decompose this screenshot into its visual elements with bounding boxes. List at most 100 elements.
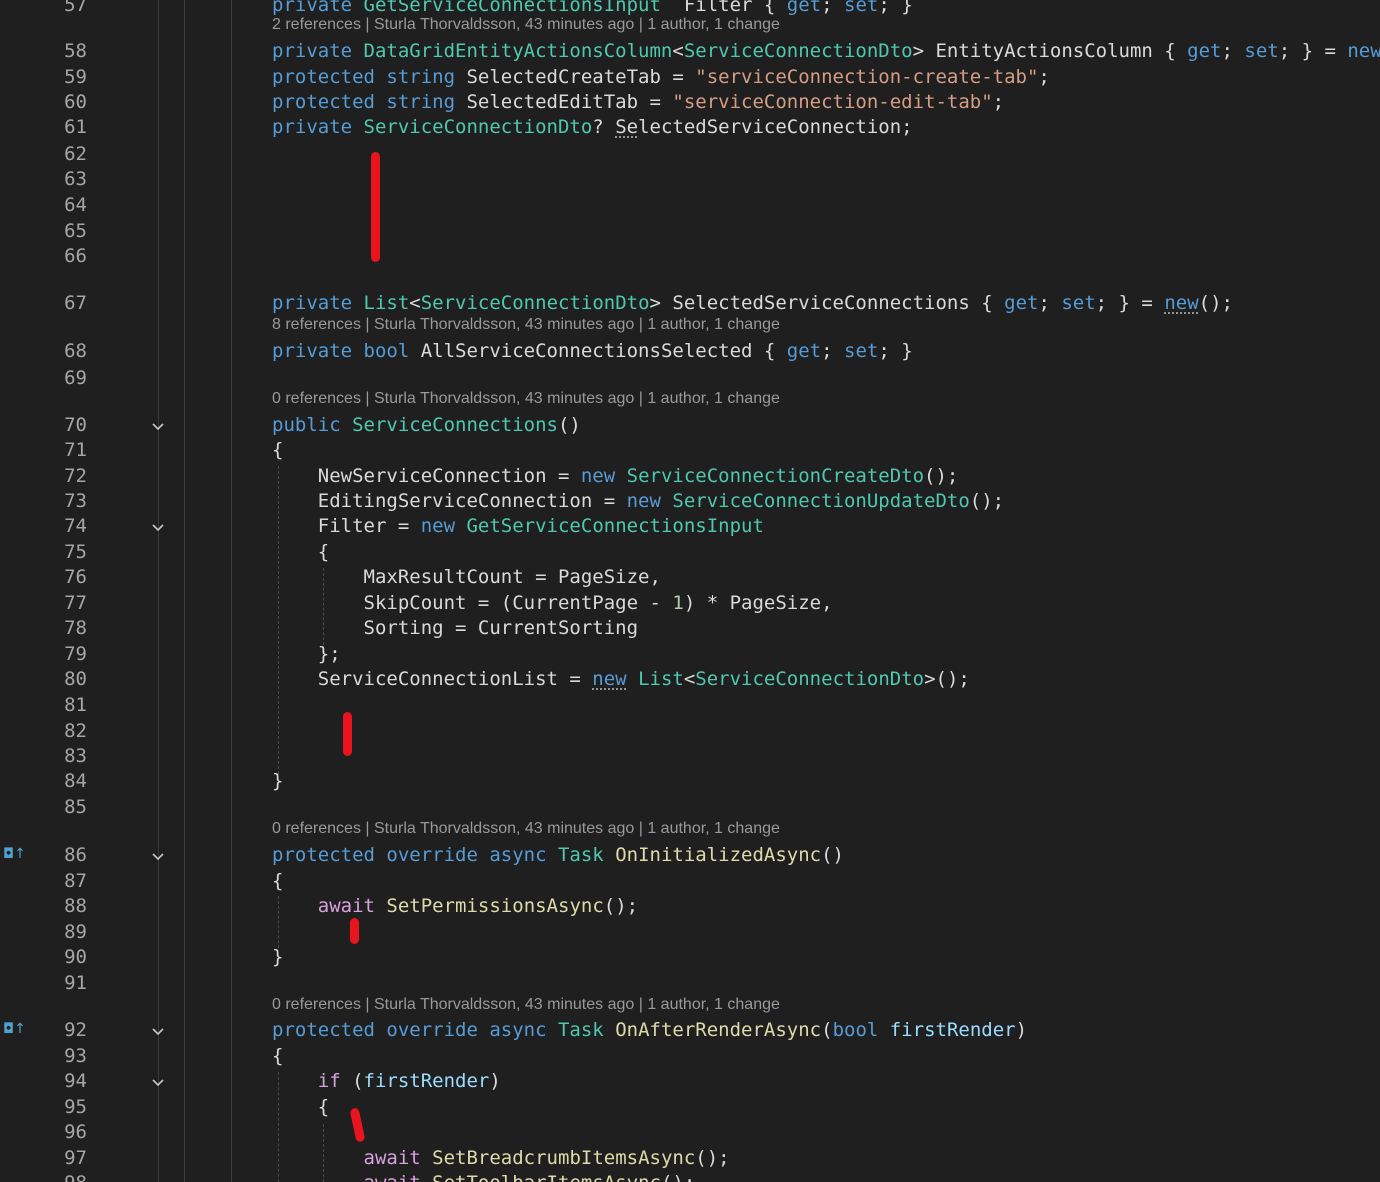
code-line[interactable]: 65 — [0, 220, 1380, 244]
code-token: new — [1347, 40, 1380, 62]
code-line[interactable]: 86 protected override async Task OnInitia… — [0, 844, 1380, 868]
code-line[interactable]: 96 — [0, 1121, 1380, 1145]
code-line[interactable]: 76 MaxResultCount = PageSize, — [0, 566, 1380, 590]
code-line[interactable]: 64 — [0, 194, 1380, 218]
code-line[interactable]: 59 protected string SelectedCreateTab = "… — [0, 66, 1380, 90]
fold-chevron-icon[interactable] — [151, 850, 165, 864]
code-line[interactable]: 78 Sorting = CurrentSorting — [0, 617, 1380, 641]
code-line[interactable]: 94 if (firstRender) — [0, 1070, 1380, 1094]
code-text: private DataGridEntityActionsColumn<Serv… — [272, 40, 1380, 62]
code-token: async — [489, 844, 558, 866]
code-line[interactable]: 68 private bool AllServiceConnectionsSele… — [0, 340, 1380, 364]
code-token: Se — [615, 116, 639, 138]
code-line[interactable]: 74 Filter = new GetServiceConnectionsInp… — [0, 515, 1380, 539]
code-line[interactable]: 73 EditingServiceConnection = new Servic… — [0, 490, 1380, 514]
code-token: ; } — [878, 0, 913, 16]
line-number: 73 — [64, 490, 87, 512]
codelens-info[interactable]: 8 references | Sturla Thorvaldsson, 43 m… — [272, 316, 780, 334]
code-token: < — [672, 40, 684, 62]
code-line[interactable]: 97 await SetBreadcrumbItemsAsync(); — [0, 1147, 1380, 1171]
code-token: NewServiceConnection = — [272, 465, 581, 487]
code-line[interactable]: 83 — [0, 745, 1380, 769]
code-token: get — [1187, 40, 1222, 62]
code-token: SetToolbarItemsAsync — [432, 1172, 661, 1182]
line-number: 67 — [64, 292, 87, 314]
code-line[interactable]: 87 { — [0, 870, 1380, 894]
code-line[interactable]: 62 — [0, 143, 1380, 167]
fold-chevron-icon[interactable] — [151, 521, 165, 535]
code-text: private GetServiceConnectionsInput Filte… — [272, 0, 913, 16]
code-text: private bool AllServiceConnectionsSelect… — [272, 340, 913, 362]
fold-chevron-icon[interactable] — [151, 1025, 165, 1039]
code-line[interactable]: 77 SkipCount = (CurrentPage - 1) * PageS… — [0, 592, 1380, 616]
fold-chevron-icon[interactable] — [151, 1076, 165, 1090]
code-line[interactable]: 72 NewServiceConnection = new ServiceCon… — [0, 465, 1380, 489]
code-token: private — [272, 40, 364, 62]
code-token: > EntityActionsColumn { — [912, 40, 1188, 62]
codelens-info[interactable]: 0 references | Sturla Thorvaldsson, 43 m… — [272, 820, 780, 838]
override-icon[interactable]: ◘↑ — [3, 846, 26, 862]
codelens-info[interactable]: 0 references | Sturla Thorvaldsson, 43 m… — [272, 996, 780, 1014]
code-editor[interactable]: 57 private GetServiceConnectionsInput Fil… — [0, 0, 1380, 1182]
line-number: 88 — [64, 895, 87, 917]
code-token: OnInitializedAsync — [615, 844, 822, 866]
code-text: }; — [272, 643, 341, 665]
code-line[interactable]: 58 private DataGridEntityActionsColumn<Se… — [0, 40, 1380, 64]
override-icon[interactable]: ◘↑ — [3, 1021, 26, 1037]
code-line[interactable]: 95 { — [0, 1096, 1380, 1120]
code-token: ; } — [878, 340, 913, 362]
code-line[interactable]: 98 await SetToolbarItemsAsync(); — [0, 1172, 1380, 1182]
line-number: 85 — [64, 796, 87, 818]
code-line[interactable]: 69 — [0, 367, 1380, 391]
code-text: { — [272, 1096, 329, 1118]
code-text: EditingServiceConnection = new ServiceCo… — [272, 490, 1004, 512]
code-line[interactable]: 92 protected override async Task OnAfterR… — [0, 1019, 1380, 1043]
code-line[interactable]: 63 — [0, 168, 1380, 192]
code-line[interactable]: 93 { — [0, 1045, 1380, 1069]
code-token: Task — [557, 844, 604, 866]
line-number: 95 — [64, 1096, 87, 1118]
line-number: 58 — [64, 40, 87, 62]
code-token: ServiceConnectionDto — [683, 40, 913, 62]
code-line[interactable]: 79 }; — [0, 643, 1380, 667]
code-token: protected — [272, 844, 387, 866]
code-line[interactable]: 89 — [0, 921, 1380, 945]
code-line[interactable]: 82 — [0, 720, 1380, 744]
code-token: SetPermissionsAsync — [386, 895, 604, 917]
code-line[interactable]: 88 await SetPermissionsAsync(); — [0, 895, 1380, 919]
code-line[interactable]: 67 private List<ServiceConnectionDto> Sel… — [0, 292, 1380, 316]
fold-chevron-icon[interactable] — [151, 420, 165, 434]
line-number: 59 — [64, 66, 87, 88]
code-line[interactable]: 90} — [0, 946, 1380, 970]
code-text: protected string SelectedEditTab = "serv… — [272, 91, 1004, 113]
code-line[interactable]: 80 ServiceConnectionList = new List<Serv… — [0, 668, 1380, 692]
code-token: private — [272, 0, 364, 16]
code-line[interactable]: 85 — [0, 796, 1380, 820]
code-token: (); — [695, 1147, 730, 1169]
code-token: if — [317, 1070, 341, 1092]
code-line[interactable]: 91 — [0, 972, 1380, 996]
code-line[interactable]: 70 public ServiceConnections() — [0, 414, 1380, 438]
code-line[interactable]: 66 — [0, 245, 1380, 269]
code-line[interactable]: 61 private ServiceConnectionDto? Selected… — [0, 116, 1380, 140]
code-token: new — [592, 668, 627, 690]
line-number: 87 — [64, 870, 87, 892]
codelens-info[interactable]: 0 references | Sturla Thorvaldsson, 43 m… — [272, 390, 780, 408]
code-line[interactable]: 81 — [0, 694, 1380, 718]
code-token: firstRender — [363, 1070, 490, 1092]
code-line[interactable]: 75 { — [0, 541, 1380, 565]
code-token: DataGridEntityActionsColumn — [363, 40, 673, 62]
line-number: 57 — [64, 0, 87, 16]
line-number: 71 — [64, 439, 87, 461]
code-line[interactable]: 71 { — [0, 439, 1380, 463]
codelens-info[interactable]: 2 references | Sturla Thorvaldsson, 43 m… — [272, 16, 780, 34]
line-number: 61 — [64, 116, 87, 138]
code-line[interactable]: 60 protected string SelectedEditTab = "se… — [0, 91, 1380, 115]
code-token: GetServiceConnectionsInput — [363, 0, 661, 16]
code-token: ServiceConnectionDto — [420, 292, 650, 314]
code-line[interactable]: 84} — [0, 770, 1380, 794]
